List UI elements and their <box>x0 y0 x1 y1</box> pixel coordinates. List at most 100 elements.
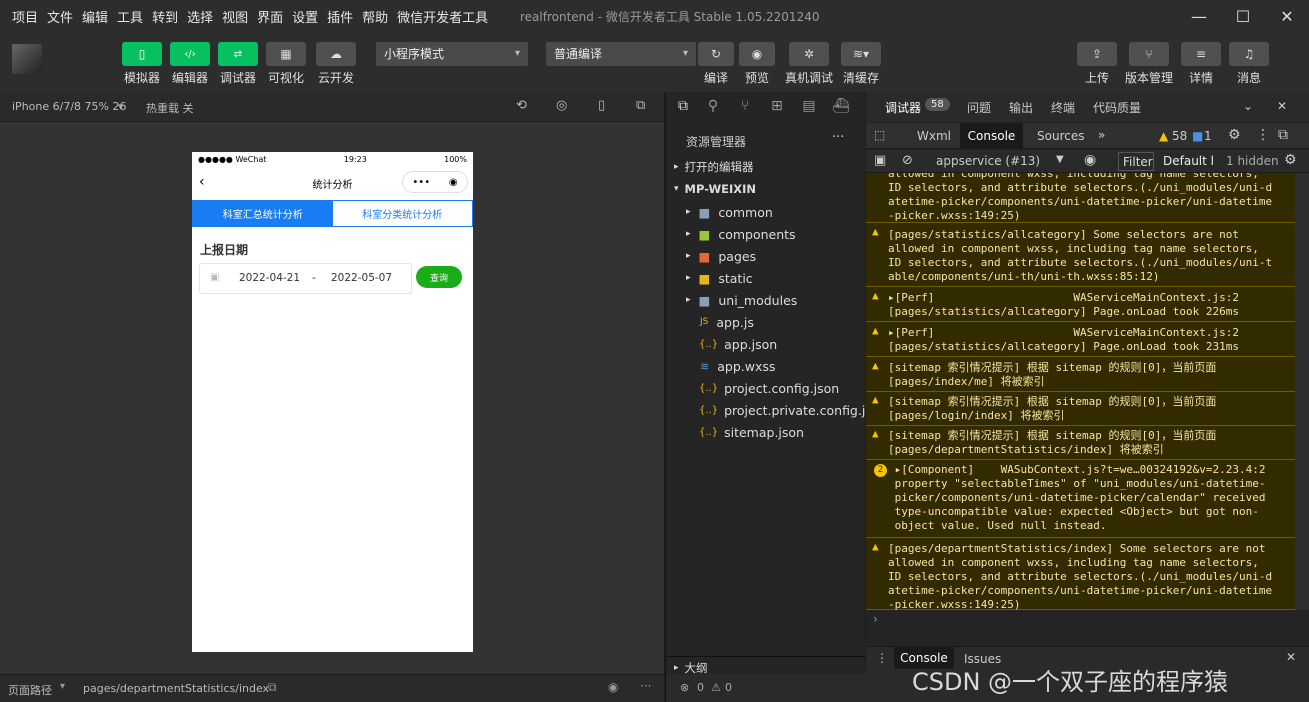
collapse-icon[interactable]: ⌄ <box>1243 99 1253 113</box>
info-count[interactable]: 1 <box>1204 129 1212 143</box>
subtab-console[interactable]: Console <box>960 123 1023 149</box>
version-button[interactable]: ⑂ <box>1129 42 1169 66</box>
search-icon[interactable]: ⚲ <box>704 98 722 116</box>
detail-button[interactable]: ≡ <box>1181 42 1221 66</box>
menu-interface[interactable]: 界面 <box>257 7 283 26</box>
docker-icon[interactable]: ⛴ <box>832 98 850 116</box>
open-editors-section[interactable]: ▸ 打开的编辑器 <box>666 156 866 178</box>
console-message[interactable]: ▲ [sitemap 索引情况提示] 根据 sitemap 的规则[0]，当前页面… <box>866 426 1295 460</box>
visual-button[interactable]: ▦ <box>266 42 306 66</box>
menu-select[interactable]: 选择 <box>187 7 213 26</box>
console-scrollbar[interactable] <box>1295 173 1309 610</box>
explorer-more-icon[interactable]: ··· <box>832 130 844 145</box>
debugger-button[interactable]: ⇄ <box>218 42 258 66</box>
subtab-sources[interactable]: Sources <box>1037 129 1084 143</box>
stop-icon[interactable]: ◎ <box>556 98 567 113</box>
minimize-icon[interactable]: — <box>1177 0 1221 32</box>
menu-goto[interactable]: 转到 <box>152 7 178 26</box>
tab-summary[interactable]: 科室汇总统计分析 <box>193 201 333 226</box>
file-project-private-config[interactable]: {..} project.private.config.js... <box>666 399 866 421</box>
tab-category[interactable]: 科室分类统计分析 <box>332 201 472 226</box>
console-message[interactable]: ▲ [pages/statistics/allcategory] Some sel… <box>866 224 1295 287</box>
settings-icon[interactable]: ⚙ <box>1228 127 1241 143</box>
avatar[interactable] <box>12 44 42 74</box>
console-settings-icon[interactable]: ⚙ <box>1284 152 1297 168</box>
cloud-button[interactable]: ☁ <box>316 42 356 66</box>
menu-tools[interactable]: 工具 <box>117 7 143 26</box>
mode-select[interactable]: 小程序模式 <box>376 42 528 66</box>
extensions-icon[interactable]: ⊞ <box>768 98 786 116</box>
more-icon[interactable]: ··· <box>640 679 651 693</box>
context-select[interactable]: appservice (#13) <box>936 154 1040 168</box>
query-button[interactable]: 查询 <box>416 266 462 288</box>
menu-plugins[interactable]: 插件 <box>327 7 353 26</box>
console-message[interactable]: ▲ [sitemap 索引情况提示] 根据 sitemap 的规则[0]，当前页面… <box>866 358 1295 392</box>
drawer-menu-icon[interactable]: ⋮ <box>876 651 888 665</box>
clear-console-icon[interactable]: ⊘ <box>902 153 913 168</box>
filter-input[interactable]: Filter <box>1118 152 1154 171</box>
menu-edit[interactable]: 编辑 <box>82 7 108 26</box>
path-label[interactable]: 页面路径 <box>8 682 52 698</box>
phone-frame-icon[interactable]: ▯ <box>598 98 605 113</box>
save-icon[interactable]: ▤ <box>800 98 818 116</box>
project-root[interactable]: ▾ MP-WEIXIN <box>666 178 866 200</box>
sidebar-toggle-icon[interactable]: ▣ <box>874 153 886 168</box>
date-range-picker[interactable]: ▣ 2022-04-21 - 2022-05-07 <box>199 263 412 294</box>
folder-static[interactable]: ▸ ■ static <box>666 267 866 289</box>
close-panel-icon[interactable]: ✕ <box>1277 99 1287 113</box>
menu-view[interactable]: 视图 <box>222 7 248 26</box>
folder-components[interactable]: ▸ ■ components <box>666 223 866 245</box>
date-end[interactable]: 2022-05-07 <box>331 272 392 284</box>
menu-settings[interactable]: 设置 <box>292 7 318 26</box>
console-prompt[interactable]: › <box>866 610 1309 646</box>
files-icon[interactable]: ⧉ <box>674 98 692 116</box>
file-project-config[interactable]: {..} project.config.json <box>666 377 866 399</box>
message-button[interactable]: ♫ <box>1229 42 1269 66</box>
more-dots-icon[interactable]: ••• <box>412 177 430 188</box>
editor-button[interactable]: ‹/› <box>170 42 210 66</box>
log-levels-select[interactable]: Default l <box>1163 154 1214 168</box>
maximize-icon[interactable]: ☐ <box>1221 0 1265 32</box>
kebab-icon[interactable]: ⋮ <box>1256 127 1270 143</box>
console-message[interactable]: 2 ▸[Component] WASubContext.js?t=we…0032… <box>866 461 1295 538</box>
problems-status[interactable]: ⊗ 0 ⚠ 0 <box>666 674 866 702</box>
tab-code-quality[interactable]: 代码质量 <box>1093 99 1141 116</box>
warning-count[interactable]: 58 <box>1172 129 1187 143</box>
console-message[interactable]: ▲ [sitemap 索引情况提示] 根据 sitemap 的规则[0]，当前页面… <box>866 392 1295 426</box>
tab-debugger[interactable]: 调试器 <box>885 99 921 116</box>
upload-button[interactable]: ⇪ <box>1077 42 1117 66</box>
inspect-icon[interactable]: ⬚ <box>874 128 885 142</box>
console-message[interactable]: ▲ ▸[Perf] WAServiceMainContext.js:2 [page… <box>866 323 1295 357</box>
close-window-icon[interactable]: ✕ <box>1265 0 1309 32</box>
folder-common[interactable]: ▸ ■ common <box>666 201 866 223</box>
compile-button[interactable]: ↻ <box>698 42 734 66</box>
device-dropdown-icon[interactable]: ▾ <box>118 100 124 113</box>
date-start[interactable]: 2022-04-21 <box>239 272 300 284</box>
dock-icon[interactable]: ⧉ <box>1278 127 1288 143</box>
menu-project[interactable]: 项目 <box>12 7 38 26</box>
menu-file[interactable]: 文件 <box>47 7 73 26</box>
device-select[interactable]: iPhone 6/7/8 75% 26 <box>12 100 126 113</box>
source-control-icon[interactable]: ⑂ <box>736 98 754 116</box>
tab-issues[interactable]: 问题 <box>967 99 991 116</box>
tab-terminal[interactable]: 终端 <box>1051 99 1075 116</box>
close-target-icon[interactable]: ◉ <box>449 177 458 188</box>
live-expression-icon[interactable]: ◉ <box>1084 152 1096 168</box>
compile-select[interactable]: 普通编译 <box>546 42 696 66</box>
folder-uni-modules[interactable]: ▸ ■ uni_modules <box>666 289 866 311</box>
console-message[interactable]: ▲ ▸[Perf] WAServiceMainContext.js:2 [page… <box>866 288 1295 322</box>
rotate-icon[interactable]: ⟲ <box>516 98 527 113</box>
close-drawer-icon[interactable]: ✕ <box>1286 650 1296 664</box>
popout-icon[interactable]: ⧉ <box>636 98 645 113</box>
context-dropdown-icon[interactable]: ▼ <box>1056 154 1064 165</box>
console-message[interactable]: ▲ [pages/departmentStatistics/index] Some… <box>866 539 1295 610</box>
hot-reload-toggle[interactable]: 热重载 关 <box>146 100 194 116</box>
tab-output[interactable]: 输出 <box>1009 99 1033 116</box>
file-app-wxss[interactable]: ≋ app.wxss <box>666 355 866 377</box>
real-debug-button[interactable]: ✲ <box>789 42 829 66</box>
file-sitemap-json[interactable]: {..} sitemap.json <box>666 421 866 443</box>
menu-wechat-devtools[interactable]: 微信开发者工具 <box>397 7 488 26</box>
file-app-json[interactable]: {..} app.json <box>666 333 866 355</box>
path-dropdown-icon[interactable]: ▾ <box>60 681 65 692</box>
folder-pages[interactable]: ▸ ■ pages <box>666 245 866 267</box>
